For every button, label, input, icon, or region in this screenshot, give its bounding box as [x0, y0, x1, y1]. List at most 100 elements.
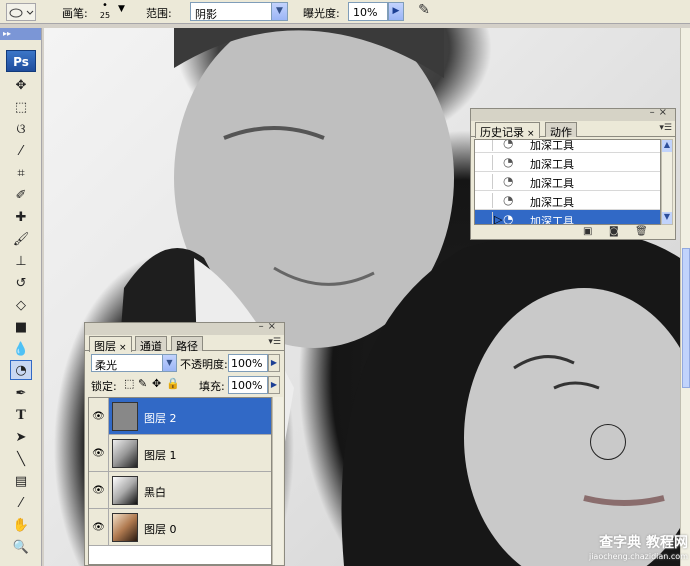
brush-dropdown-icon[interactable]: ▼ [118, 4, 125, 14]
layer-thumbnail [112, 439, 138, 468]
layer-row[interactable]: 👁 图层 0 [89, 509, 271, 546]
airbrush-icon[interactable]: ✎ [412, 2, 436, 22]
minimize-close-icon[interactable]: –× [259, 321, 280, 332]
layer-row[interactable]: 👁 图层 2 [89, 398, 271, 435]
brush-tool-icon[interactable]: 🖌 [10, 230, 32, 250]
brush-picker[interactable]: • 25 [94, 1, 116, 23]
eraser-tool-icon[interactable]: ◇ [10, 296, 32, 316]
healing-brush-tool-icon[interactable]: ✚ [10, 208, 32, 228]
history-item[interactable]: ◔ 加深工具 [475, 172, 660, 191]
history-item-selected[interactable]: ▷ ◔ 加深工具 [475, 210, 660, 225]
pen-tool-icon[interactable]: ✒ [10, 384, 32, 404]
tool-preset-picker[interactable] [6, 3, 36, 21]
fill-input[interactable]: 100% [228, 376, 268, 394]
path-selection-tool-icon[interactable]: ➤ [10, 428, 32, 448]
new-snapshot-icon[interactable]: ◙ [609, 226, 619, 237]
history-brush-tool-icon[interactable]: ↺ [10, 274, 32, 294]
range-label: 范围: [146, 7, 172, 20]
magic-wand-tool-icon[interactable]: ⁄ [10, 142, 32, 162]
brush-label: 画笔: [62, 7, 88, 20]
lock-image-icon[interactable]: ✎ [138, 377, 147, 390]
lock-transparent-icon[interactable]: ⬚ [124, 377, 134, 390]
clone-stamp-tool-icon[interactable]: ⊥ [10, 252, 32, 272]
exposure-input[interactable]: 10% [348, 2, 388, 21]
layers-panel-titlebar[interactable]: –× [85, 321, 284, 335]
tab-paths[interactable]: 路径 [171, 336, 203, 353]
type-tool-icon[interactable]: T [10, 406, 32, 426]
snapshot-checkbox[interactable] [477, 193, 493, 208]
exposure-slider-button[interactable]: ▶ [388, 2, 404, 21]
history-item[interactable]: ◔ 加深工具 [475, 140, 660, 153]
canvas-scrollbar[interactable] [680, 28, 690, 566]
tab-actions[interactable]: 动作 [545, 122, 577, 139]
eyedropper-tool-icon[interactable]: ⁄ [10, 494, 32, 514]
minimize-close-icon[interactable]: –× [650, 107, 671, 118]
layer-name: 图层 2 [144, 412, 177, 425]
history-item-label: 加深工具 [530, 158, 574, 171]
history-scrollbar[interactable]: ▲ ▼ [661, 139, 673, 225]
layers-scrollbar[interactable] [272, 397, 283, 565]
options-bar: 画笔: • 25 ▼ 范围: 阴影 ▼ 曝光度: 10% ▶ ✎ [0, 0, 690, 24]
panel-menu-icon[interactable]: ▾☰ [268, 337, 281, 347]
new-document-icon[interactable]: ▣ [583, 226, 592, 237]
snapshot-checkbox[interactable] [477, 212, 493, 224]
history-item[interactable]: ◔ 加深工具 [475, 191, 660, 210]
eye-icon[interactable]: 👁 [89, 472, 109, 509]
opacity-input[interactable]: 100% [228, 354, 268, 372]
marquee-tool-icon[interactable]: ⬚ [10, 98, 32, 118]
scroll-down-icon[interactable]: ▼ [662, 212, 672, 224]
eye-icon[interactable]: 👁 [89, 435, 109, 472]
range-select[interactable]: 阴影 ▼ [190, 2, 288, 21]
slice-tool-icon[interactable]: ✐ [10, 186, 32, 206]
panel-menu-icon[interactable]: ▾☰ [659, 123, 672, 133]
fill-value: 100% [231, 379, 263, 392]
layers-tabs: 图层 × 通道 路径 ▾☰ [85, 335, 284, 353]
photoshop-logo[interactable]: Ps [6, 50, 36, 72]
blend-row: 柔光 ▼ 不透明度: 100% ▶ [88, 353, 283, 373]
snapshot-checkbox[interactable] [477, 140, 493, 151]
notes-tool-icon[interactable]: ▤ [10, 472, 32, 492]
lasso-tool-icon[interactable]: ଓ [10, 120, 32, 140]
snapshot-checkbox[interactable] [477, 155, 493, 170]
eye-icon[interactable]: 👁 [89, 509, 109, 546]
history-footer: ▣ ◙ 🗑 [471, 226, 675, 239]
tab-history-label: 历史记录 [480, 126, 524, 139]
burn-tool-icon[interactable]: ◔ [10, 360, 32, 380]
layer-row[interactable]: 👁 黑白 [89, 472, 271, 509]
crop-tool-icon[interactable]: ⌗ [10, 164, 32, 184]
zoom-tool-icon[interactable]: 🔍 [10, 538, 32, 558]
opacity-slider-button[interactable]: ▶ [268, 354, 280, 372]
layer-row[interactable]: 👁 图层 1 [89, 435, 271, 472]
layers-list: 👁 图层 2 👁 图层 1 👁 黑白 👁 图层 0 [88, 397, 272, 565]
hand-tool-icon[interactable]: ✋ [10, 516, 32, 536]
trash-icon[interactable]: 🗑 [635, 226, 648, 237]
opacity-label: 不透明度: [180, 358, 228, 371]
close-icon[interactable]: × [119, 343, 127, 353]
lock-position-icon[interactable]: ✥ [152, 377, 161, 390]
scroll-up-icon[interactable]: ▲ [662, 140, 672, 152]
move-tool-icon[interactable]: ✥ [10, 76, 32, 96]
eye-icon[interactable]: 👁 [89, 398, 109, 435]
scrollbar-thumb[interactable] [682, 248, 690, 388]
lock-label: 锁定: [91, 380, 117, 393]
blur-tool-icon[interactable]: 💧 [10, 340, 32, 360]
tab-layers[interactable]: 图层 × [89, 336, 132, 353]
history-item-label: 加深工具 [530, 177, 574, 190]
toolbox-grip[interactable]: ▸▸ [0, 28, 41, 40]
blend-mode-select[interactable]: 柔光 ▼ [91, 354, 177, 372]
history-list: ◔ 加深工具 ◔ 加深工具 ◔ 加深工具 ◔ 加深工具 ▷ ◔ 加深工具 [474, 139, 661, 225]
tab-actions-label: 动作 [550, 126, 572, 139]
tab-channels[interactable]: 通道 [135, 336, 167, 353]
line-tool-icon[interactable]: ╲ [10, 450, 32, 470]
close-icon[interactable]: × [527, 129, 535, 139]
fill-slider-button[interactable]: ▶ [268, 376, 280, 394]
history-tabs: 历史记录 × 动作 ▾☰ [471, 121, 675, 139]
layer-name: 图层 0 [144, 523, 177, 536]
lock-all-icon[interactable]: 🔒 [166, 377, 180, 390]
history-panel-titlebar[interactable]: –× [471, 107, 675, 121]
gradient-tool-icon[interactable]: ■ [10, 318, 32, 338]
tab-history[interactable]: 历史记录 × [475, 122, 540, 139]
history-item-label: 加深工具 [530, 215, 574, 225]
history-item[interactable]: ◔ 加深工具 [475, 153, 660, 172]
snapshot-checkbox[interactable] [477, 174, 493, 189]
